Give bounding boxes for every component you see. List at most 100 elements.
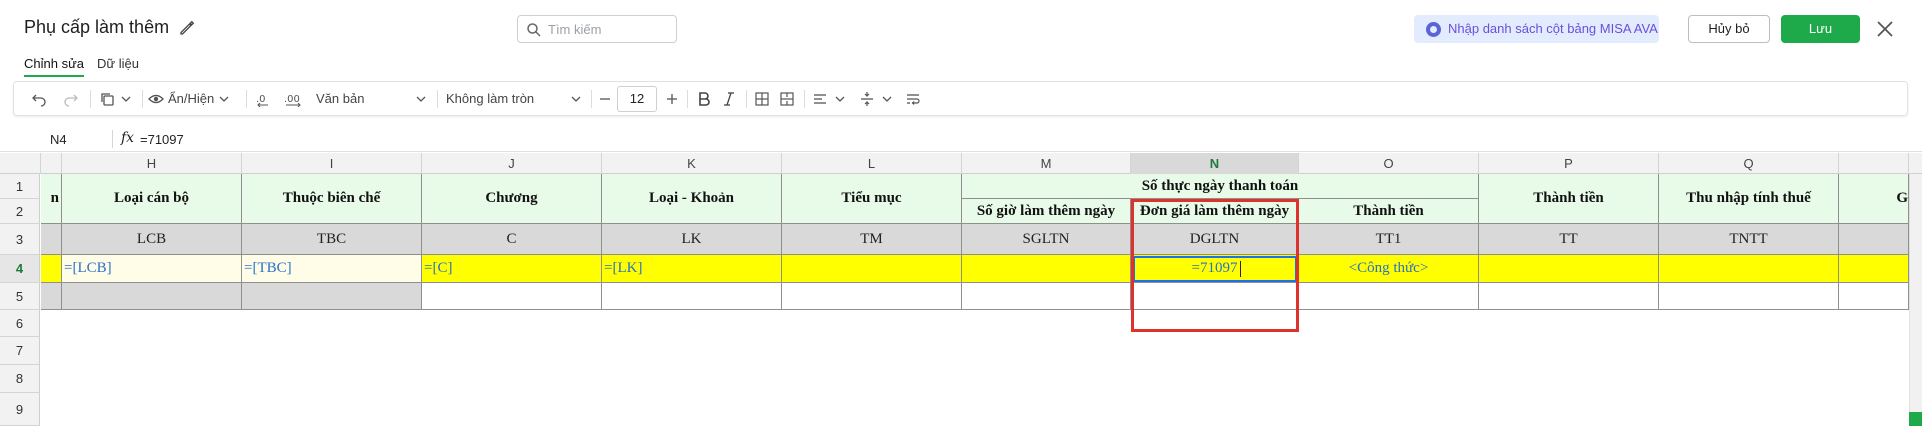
empty-cell[interactable] (602, 283, 782, 310)
formula-cell-h[interactable]: =[LCB] (62, 255, 242, 283)
row-header-2[interactable]: 2 (0, 199, 40, 224)
decrease-font-size-button[interactable] (597, 82, 613, 115)
code-cell-i[interactable]: TBC (242, 224, 422, 255)
rounding-dropdown[interactable]: Không làm tròn (446, 82, 581, 115)
formula-cell-j[interactable]: =[C] (422, 255, 602, 283)
empty-cell[interactable] (242, 283, 422, 310)
empty-cell[interactable] (1659, 283, 1839, 310)
empty-cell[interactable] (1131, 283, 1299, 310)
search-input[interactable] (548, 20, 670, 38)
column-header-p[interactable]: P (1479, 153, 1659, 174)
code-cell-g[interactable] (41, 224, 62, 255)
row-header-4[interactable]: 4 (0, 255, 40, 283)
column-header-i[interactable]: I (242, 153, 422, 174)
font-size-input[interactable]: 12 (617, 86, 657, 112)
tab-edit[interactable]: Chỉnh sửa (24, 56, 85, 77)
column-header-n[interactable]: N (1131, 153, 1299, 174)
header-cell-group-mno[interactable]: Số thực ngày thanh toán (962, 174, 1479, 199)
empty-cell[interactable] (422, 283, 602, 310)
row-header-9[interactable]: 9 (0, 393, 40, 426)
tab-data[interactable]: Dữ liệu (97, 56, 139, 71)
redo-button[interactable] (61, 82, 81, 115)
empty-cell[interactable] (41, 283, 62, 310)
code-cell-k[interactable]: LK (602, 224, 782, 255)
header-cell-p[interactable]: Thành tiền (1479, 174, 1659, 224)
column-header-j[interactable]: J (422, 153, 602, 174)
header-cell-q[interactable]: Thu nhập tính thuế (1659, 174, 1839, 224)
formula-cell-q[interactable] (1659, 255, 1839, 283)
header-cell-r[interactable]: G (1839, 174, 1909, 224)
header-cell-o[interactable]: Thành tiền (1299, 199, 1479, 224)
merge-cells-button[interactable] (777, 82, 797, 115)
column-header-k[interactable]: K (602, 153, 782, 174)
header-cell-h[interactable]: Loại cán bộ (62, 174, 242, 224)
empty-cell[interactable] (782, 283, 962, 310)
bold-button[interactable] (694, 82, 714, 115)
code-cell-j[interactable]: C (422, 224, 602, 255)
code-cell-p[interactable]: TT (1479, 224, 1659, 255)
formula-cell-i[interactable]: =[TBC] (242, 255, 422, 283)
vertical-scrollbar[interactable] (1909, 174, 1922, 426)
column-header-o[interactable]: O (1299, 153, 1479, 174)
formula-cell-k[interactable]: =[LK] (602, 255, 782, 283)
row-header-5[interactable]: 5 (0, 283, 40, 310)
row-header-6[interactable]: 6 (0, 310, 40, 337)
formula-cell-r[interactable] (1839, 255, 1909, 283)
header-cell-j[interactable]: Chương (422, 174, 602, 224)
horizontal-align-dropdown[interactable] (832, 82, 848, 115)
header-cell-g[interactable]: n (41, 174, 62, 224)
formula-cell-n[interactable]: =71097 (1131, 255, 1299, 283)
formula-cell-l[interactable] (782, 255, 962, 283)
header-cell-l[interactable]: Tiểu mục (782, 174, 962, 224)
import-misa-ava-button[interactable]: Nhập danh sách cột bảng MISA AVA (1414, 15, 1659, 43)
row-header-7[interactable]: 7 (0, 337, 40, 365)
column-header-q[interactable]: Q (1659, 153, 1839, 174)
code-cell-o[interactable]: TT1 (1299, 224, 1479, 255)
borders-button[interactable] (752, 82, 772, 115)
increase-font-size-button[interactable] (664, 82, 680, 115)
vertical-align-dropdown[interactable] (879, 82, 895, 115)
undo-button[interactable] (29, 82, 49, 115)
vertical-align-button[interactable] (857, 82, 877, 115)
code-cell-h[interactable]: LCB (62, 224, 242, 255)
header-cell-n[interactable]: Đơn giá làm thêm ngày (1131, 199, 1299, 224)
expand-sheet-icon[interactable] (1909, 412, 1922, 426)
code-cell-m[interactable]: SGLTN (962, 224, 1131, 255)
row-header-1[interactable]: 1 (0, 174, 40, 199)
increase-decimal-button[interactable]: .00 (280, 82, 308, 115)
edit-pencil-icon[interactable] (178, 19, 196, 37)
search-box[interactable] (517, 15, 677, 43)
empty-cell[interactable] (1299, 283, 1479, 310)
header-cell-m[interactable]: Số giờ làm thêm ngày (962, 199, 1131, 224)
italic-button[interactable] (719, 82, 739, 115)
spreadsheet-grid[interactable]: H I J K L M N O P Q 1 2 3 4 5 6 7 8 9 n … (0, 153, 1922, 426)
column-header-h[interactable]: H (62, 153, 242, 174)
empty-cell[interactable] (962, 283, 1131, 310)
column-header-g[interactable] (41, 153, 62, 174)
cell-reference[interactable]: N4 (50, 132, 67, 147)
show-hide-dropdown[interactable]: Ẩn/Hiện (148, 82, 240, 115)
column-header-r[interactable] (1839, 153, 1909, 174)
row-header-3[interactable]: 3 (0, 224, 40, 255)
code-cell-n[interactable]: DGLTN (1131, 224, 1299, 255)
header-cell-i[interactable]: Thuộc biên chế (242, 174, 422, 224)
column-header-l[interactable]: L (782, 153, 962, 174)
code-cell-l[interactable]: TM (782, 224, 962, 255)
save-button[interactable]: Lưu (1781, 15, 1860, 43)
cancel-button[interactable]: Hủy bỏ (1688, 15, 1770, 43)
header-cell-k[interactable]: Loại - Khoản (602, 174, 782, 224)
formula-cell-p[interactable] (1479, 255, 1659, 283)
copy-dropdown[interactable] (118, 82, 134, 115)
select-all-corner[interactable] (0, 153, 41, 174)
empty-cell[interactable] (1479, 283, 1659, 310)
copy-button[interactable] (96, 82, 118, 115)
empty-cell[interactable] (62, 283, 242, 310)
column-header-m[interactable]: M (962, 153, 1131, 174)
wrap-text-button[interactable] (903, 82, 923, 115)
row-header-8[interactable]: 8 (0, 365, 40, 393)
formula-cell-o[interactable]: <Công thức> (1299, 255, 1479, 283)
code-cell-q[interactable]: TNTT (1659, 224, 1839, 255)
formula-input[interactable]: =71097 (140, 132, 184, 147)
formula-cell-g[interactable] (41, 255, 62, 283)
horizontal-align-button[interactable] (810, 82, 830, 115)
